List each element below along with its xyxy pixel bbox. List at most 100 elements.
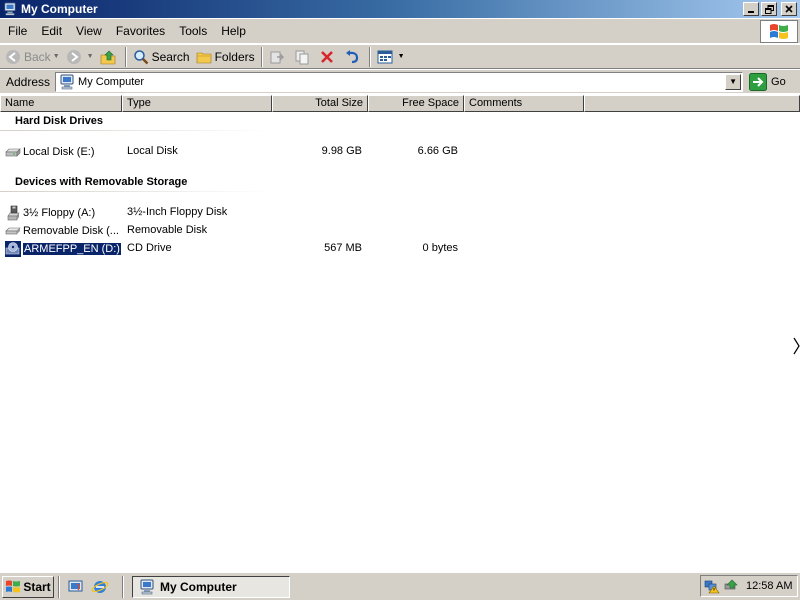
column-free-space[interactable]: Free Space: [368, 95, 464, 112]
delete-button[interactable]: [316, 46, 341, 68]
item-type: Removable Disk: [127, 224, 208, 236]
close-icon: [785, 5, 793, 13]
windows-flag-icon: [6, 580, 21, 592]
up-folder-button[interactable]: [97, 46, 122, 68]
undo-button[interactable]: [341, 46, 366, 68]
item-total-size: 9.98 GB: [321, 145, 362, 157]
start-label: Start: [23, 579, 51, 594]
explorer-window: My Computer File Edit View Favorites Too…: [0, 0, 800, 572]
menu-help[interactable]: Help: [214, 24, 253, 38]
minimize-icon: [748, 11, 754, 13]
system-tray: 12:58 AM: [700, 575, 798, 597]
standard-toolbar: Back ▼ ▼ Search Folders ▼: [0, 44, 800, 69]
forward-arrow-icon: [66, 49, 82, 65]
views-button[interactable]: ▼: [374, 46, 408, 68]
item-type: 3½-Inch Floppy Disk: [127, 206, 228, 218]
clock[interactable]: 12:58 AM: [746, 580, 792, 592]
taskbar-item-my-computer[interactable]: My Computer: [132, 575, 290, 598]
folders-label: Folders: [214, 49, 255, 64]
column-comments[interactable]: Comments: [464, 95, 584, 112]
go-arrow-icon: [749, 72, 768, 91]
menu-edit[interactable]: Edit: [34, 24, 69, 38]
chevron-down-icon: ▼: [729, 77, 737, 86]
move-to-button[interactable]: [266, 46, 291, 68]
list-item[interactable]: Removable Disk (... Removable Disk: [0, 222, 500, 239]
delete-x-icon: [319, 49, 335, 65]
address-label: Address: [6, 74, 51, 89]
toolbar-separator: [260, 46, 263, 67]
address-dropdown-button[interactable]: ▼: [725, 73, 742, 90]
search-icon: [133, 49, 149, 65]
my-computer-icon: [140, 579, 154, 594]
column-type[interactable]: Type: [122, 95, 272, 112]
item-free-space: 0 bytes: [422, 242, 458, 254]
hard-disk-icon: [5, 144, 21, 160]
group-header-removable-storage: Devices with Removable Storage: [15, 176, 188, 188]
go-button[interactable]: Go: [749, 72, 786, 91]
column-filler: [584, 95, 800, 112]
taskbar-separator: [58, 575, 60, 598]
address-input[interactable]: My Computer ▼: [55, 71, 744, 92]
window-title: My Computer: [21, 2, 98, 16]
taskbar-separator: [122, 575, 124, 598]
folders-button[interactable]: Folders: [193, 46, 258, 68]
list-item[interactable]: 3½ Floppy (A:) 3½-Inch Floppy Disk: [0, 204, 500, 221]
group-divider: [0, 130, 272, 131]
menu-view[interactable]: View: [69, 24, 109, 38]
title-bar[interactable]: My Computer: [0, 0, 800, 18]
group-divider: [0, 191, 272, 192]
column-total-size[interactable]: Total Size: [272, 95, 368, 112]
file-list: Hard Disk Drives Local Disk (E:) Local D…: [0, 112, 800, 572]
taskbar-item-label: My Computer: [160, 579, 237, 594]
item-name: 3½ Floppy (A:): [23, 206, 96, 219]
menu-favorites[interactable]: Favorites: [109, 24, 172, 38]
address-value: My Computer: [78, 75, 145, 88]
list-item-selected[interactable]: ARMEFPP_EN (D:) CD Drive 567 MB 0 bytes: [0, 240, 500, 257]
list-item[interactable]: Local Disk (E:) Local Disk 9.98 GB 6.66 …: [0, 143, 500, 160]
copy-to-icon: [294, 49, 310, 65]
close-button[interactable]: [781, 2, 797, 16]
back-label: Back: [24, 49, 51, 64]
floppy-drive-icon: [5, 205, 21, 221]
toolbar-separator: [124, 46, 127, 67]
address-bar: Address My Computer ▼ Go: [0, 69, 800, 93]
copy-to-button[interactable]: [291, 46, 316, 68]
item-type: Local Disk: [127, 145, 178, 157]
start-button[interactable]: Start: [2, 575, 54, 598]
show-desktop-icon[interactable]: [67, 578, 85, 596]
menu-file[interactable]: File: [0, 24, 34, 38]
menu-tools[interactable]: Tools: [172, 24, 214, 38]
views-dropdown-icon[interactable]: ▼: [398, 53, 405, 60]
search-label: Search: [151, 49, 190, 64]
forward-dropdown-icon[interactable]: ▼: [87, 53, 94, 60]
move-to-icon: [269, 49, 285, 65]
menu-bar: File Edit View Favorites Tools Help: [0, 19, 800, 44]
back-dropdown-icon[interactable]: ▼: [53, 53, 60, 60]
item-name: ARMEFPP_EN (D:): [22, 241, 122, 256]
up-folder-icon: [100, 49, 116, 65]
removable-disk-icon: [5, 223, 21, 239]
cd-drive-icon: [5, 240, 21, 257]
group-header-hard-disk-drives: Hard Disk Drives: [15, 115, 104, 127]
back-button[interactable]: Back ▼: [2, 46, 63, 68]
restore-button[interactable]: [761, 2, 777, 16]
network-warning-icon[interactable]: [704, 578, 720, 594]
undo-icon: [344, 49, 360, 65]
windows-logo: [760, 20, 798, 43]
toolbar-separator: [368, 46, 371, 67]
column-name[interactable]: Name: [0, 95, 122, 112]
minimize-button[interactable]: [743, 2, 759, 16]
go-label: Go: [771, 75, 786, 88]
item-type: CD Drive: [127, 242, 172, 254]
safely-remove-hardware-icon[interactable]: [723, 578, 739, 594]
forward-button[interactable]: ▼: [63, 46, 97, 68]
item-total-size: 567 MB: [324, 242, 362, 254]
search-button[interactable]: Search: [130, 46, 193, 68]
column-header-row: Name Type Total Size Free Space Comments: [0, 95, 800, 112]
folders-icon: [196, 49, 212, 65]
taskbar: Start My Computer 12:58 AM: [0, 572, 800, 600]
resize-cursor-icon: [793, 337, 800, 355]
my-computer-icon: [60, 74, 74, 89]
restore-icon: [764, 4, 774, 14]
internet-explorer-icon[interactable]: [91, 578, 109, 596]
